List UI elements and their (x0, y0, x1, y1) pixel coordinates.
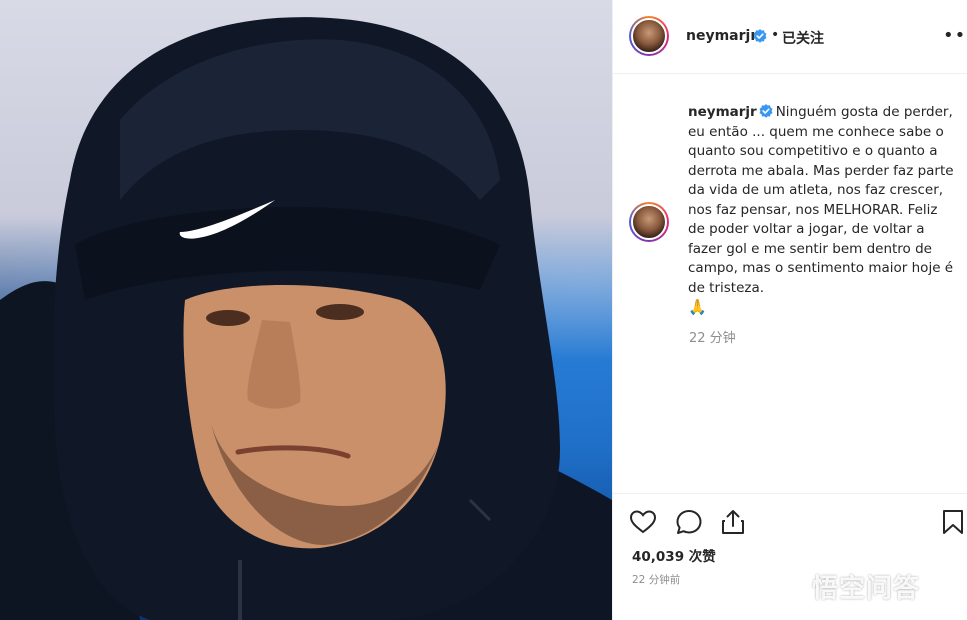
post-timestamp[interactable]: 22 分钟前 (632, 572, 680, 587)
watermark-logo-icon (778, 574, 804, 600)
header-separator: • (771, 27, 780, 43)
header-avatar[interactable] (629, 16, 669, 56)
watermark-text: 悟空问答 (812, 574, 921, 604)
likes-count[interactable]: 40,039 次赞 (632, 545, 716, 565)
heart-icon[interactable] (629, 508, 657, 536)
more-icon[interactable]: ••• (943, 25, 967, 46)
header-username[interactable]: neymarjr (686, 28, 757, 44)
verified-icon (759, 104, 773, 118)
bookmark-icon[interactable] (939, 508, 967, 536)
caption: neymarjr Ninguém gosta de perder, eu entã… (688, 103, 958, 319)
caption-text: Ninguém gosta de perder, eu então ... qu… (688, 104, 954, 296)
caption-timestamp[interactable]: 22 分钟 (689, 327, 736, 346)
caption-username[interactable]: neymarjr (688, 104, 757, 120)
follow-status-button[interactable]: 已关注 (782, 28, 824, 48)
post-photo[interactable] (0, 0, 612, 620)
player-illustration (0, 17, 612, 620)
praying-hands-emoji: 🙏 (688, 298, 707, 316)
post-side-panel: neymarjr • 已关注 ••• neymarjrNinguém gosta… (612, 0, 967, 620)
verified-icon (753, 29, 767, 43)
post-header: neymarjr • 已关注 ••• (613, 0, 967, 74)
comment-icon[interactable] (675, 508, 703, 536)
caption-avatar[interactable] (629, 202, 669, 242)
share-icon[interactable] (719, 508, 747, 536)
